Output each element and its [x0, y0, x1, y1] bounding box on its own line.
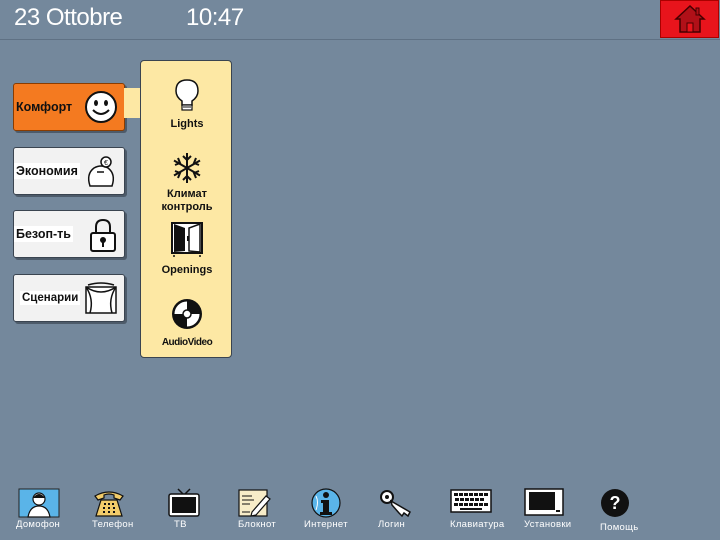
- dock-label: Блокнот: [238, 519, 276, 530]
- date-display: 23 Ottobre: [14, 4, 123, 31]
- home-button[interactable]: [660, 0, 719, 38]
- dock-settings-button[interactable]: Установки: [524, 484, 598, 540]
- notepad-icon: [238, 489, 271, 517]
- dock-label: Клавиатура: [450, 519, 505, 530]
- header-bar: 23 Ottobre 10:47: [0, 0, 720, 40]
- lightbulb-icon: [175, 79, 199, 111]
- tv-icon: [168, 488, 200, 517]
- telephone-icon: [94, 491, 124, 517]
- help-question-icon: ?: [601, 489, 629, 517]
- dock-label: Помощь: [600, 522, 639, 533]
- dock-intercom-button[interactable]: Домофон: [16, 484, 90, 540]
- home-icon: [673, 4, 706, 33]
- category-comfort-button[interactable]: Комфорт: [13, 83, 125, 131]
- submenu-lights-button[interactable]: Lights: [141, 77, 233, 131]
- submenu-openings-button[interactable]: Openings: [141, 221, 233, 277]
- category-security-button[interactable]: Безоп-ть: [13, 210, 125, 258]
- comfort-submenu-panel: Lights Климат контроль Openings AudioVid…: [140, 60, 232, 358]
- bottom-dock: Домофон Телефон ТВ Блокнот Интернет Логи…: [0, 484, 720, 540]
- intercom-person-icon: [18, 488, 60, 518]
- category-label: Комфорт: [14, 99, 75, 115]
- submenu-label: Openings: [161, 264, 213, 276]
- dock-tv-button[interactable]: ТВ: [168, 484, 242, 540]
- dock-label: Установки: [524, 519, 572, 530]
- category-label: Экономия: [14, 163, 80, 179]
- door-icon: [171, 222, 203, 257]
- dock-telephone-button[interactable]: Телефон: [92, 484, 166, 540]
- smiley-icon: [85, 91, 117, 123]
- time-display: 10:47: [186, 4, 244, 31]
- category-economy-button[interactable]: Экономия €: [13, 147, 125, 195]
- submenu-audiovideo-button[interactable]: AudioVideo: [141, 297, 233, 349]
- dock-label: Интернет: [304, 519, 348, 530]
- svg-text:?: ?: [610, 493, 621, 513]
- keyboard-icon: [450, 489, 492, 513]
- submenu-label: AudioVideo: [161, 337, 213, 348]
- snowflake-icon: [173, 153, 201, 183]
- dock-help-button[interactable]: ? Помощь: [600, 484, 674, 540]
- dock-keyboard-button[interactable]: Клавиатура: [450, 484, 524, 540]
- dock-label: ТВ: [174, 519, 187, 530]
- category-label: Сценарии: [20, 291, 81, 305]
- dock-label: Домофон: [16, 519, 61, 530]
- piggy-bank-icon: €: [87, 156, 115, 187]
- dock-login-button[interactable]: Логин: [378, 484, 452, 540]
- submenu-label: Климат контроль: [161, 188, 213, 213]
- dock-internet-button[interactable]: Интернет: [304, 484, 378, 540]
- dock-notepad-button[interactable]: Блокнот: [238, 484, 312, 540]
- curtain-icon: [85, 282, 117, 314]
- dock-label: Логин: [378, 519, 406, 530]
- submenu-label: Lights: [170, 118, 204, 130]
- submenu-climate-button[interactable]: Климат контроль: [141, 151, 233, 214]
- category-label: Безоп-ть: [14, 226, 73, 242]
- category-scenarios-button[interactable]: Сценарии: [13, 274, 125, 322]
- cd-disc-icon: [172, 299, 202, 329]
- padlock-icon: [90, 218, 116, 252]
- svg-text:€: €: [104, 160, 108, 167]
- internet-info-icon: [311, 488, 341, 518]
- key-icon: [380, 490, 411, 518]
- dock-label: Телефон: [92, 519, 134, 530]
- monitor-settings-icon: [524, 488, 564, 516]
